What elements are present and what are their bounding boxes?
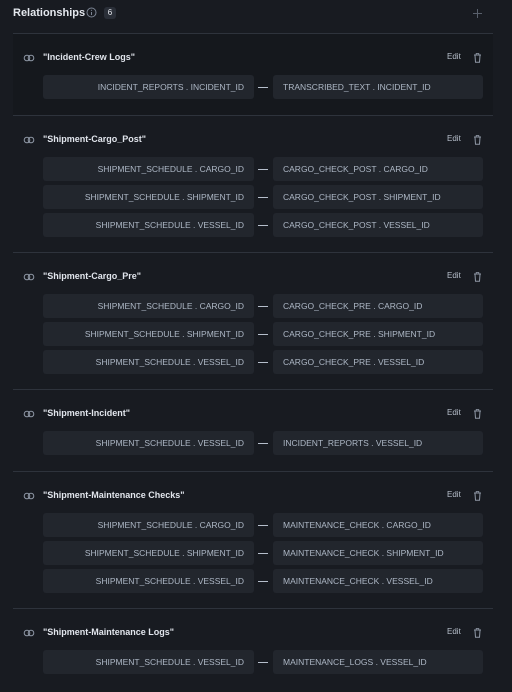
panel-title: Relationships [13, 7, 86, 19]
source-column-field[interactable]: SHIPMENT_SCHEDULE . VESSEL_ID [43, 569, 254, 593]
relationship-section: "Incident-Crew Logs" Edit INCIDENT_REPOR… [13, 33, 493, 115]
mapping-connector [258, 306, 268, 307]
trash-icon[interactable] [473, 628, 482, 638]
source-column-field[interactable]: INCIDENT_REPORTS . INCIDENT_ID [43, 75, 254, 99]
source-column-field[interactable]: SHIPMENT_SCHEDULE . VESSEL_ID [43, 431, 254, 455]
target-column-field[interactable]: CARGO_CHECK_POST . SHIPMENT_ID [273, 185, 483, 209]
relationship-name: "Shipment-Incident" [43, 408, 131, 418]
mapping-connector [258, 197, 268, 198]
mapping-connector [258, 87, 268, 88]
source-column-field[interactable]: SHIPMENT_SCHEDULE . SHIPMENT_ID [43, 322, 254, 346]
target-column-field[interactable]: CARGO_CHECK_PRE . CARGO_ID [273, 294, 483, 318]
trash-icon[interactable] [473, 53, 482, 63]
relationships-header: Relationships 6 [0, 0, 512, 28]
source-column-field[interactable]: SHIPMENT_SCHEDULE . CARGO_ID [43, 294, 254, 318]
link-icon [23, 54, 35, 62]
relationship-name: "Shipment-Cargo_Post" [43, 134, 147, 144]
target-column-field[interactable]: INCIDENT_REPORTS . VESSEL_ID [273, 431, 483, 455]
edit-button[interactable]: Edit [447, 134, 461, 143]
target-column-field[interactable]: CARGO_CHECK_POST . VESSEL_ID [273, 213, 483, 237]
mapping-connector [258, 169, 268, 170]
source-column-field[interactable]: SHIPMENT_SCHEDULE . SHIPMENT_ID [43, 185, 254, 209]
source-column-field[interactable]: SHIPMENT_SCHEDULE . VESSEL_ID [43, 213, 254, 237]
relationship-name: "Shipment-Maintenance Checks" [43, 490, 185, 500]
relationship-count-badge: 6 [104, 7, 116, 19]
trash-icon[interactable] [473, 135, 482, 145]
mapping-connector [258, 662, 268, 663]
source-column-field[interactable]: SHIPMENT_SCHEDULE . CARGO_ID [43, 513, 254, 537]
relationship-section: "Shipment-Incident" Edit SHIPMENT_SCHEDU… [13, 389, 493, 471]
relationships-list: "Incident-Crew Logs" Edit INCIDENT_REPOR… [0, 0, 512, 692]
link-icon [23, 273, 35, 281]
relationship-name: "Shipment-Maintenance Logs" [43, 627, 175, 637]
source-column-field[interactable]: SHIPMENT_SCHEDULE . SHIPMENT_ID [43, 541, 254, 565]
edit-button[interactable]: Edit [447, 52, 461, 61]
relationship-section: "Shipment-Maintenance Checks" Edit SHIPM… [13, 471, 493, 609]
relationship-section: "Shipment-Maintenance Logs" Edit SHIPMEN… [13, 608, 493, 690]
edit-button[interactable]: Edit [447, 271, 461, 280]
mapping-connector [258, 581, 268, 582]
target-column-field[interactable]: MAINTENANCE_CHECK . CARGO_ID [273, 513, 483, 537]
mapping-connector [258, 553, 268, 554]
mapping-connector [258, 225, 268, 226]
link-icon [23, 629, 35, 637]
edit-button[interactable]: Edit [447, 408, 461, 417]
plus-icon[interactable] [471, 7, 484, 20]
source-column-field[interactable]: SHIPMENT_SCHEDULE . VESSEL_ID [43, 650, 254, 674]
trash-icon[interactable] [473, 409, 482, 419]
relationship-section: "Shipment-Cargo_Pre" Edit SHIPMENT_SCHED… [13, 252, 493, 390]
target-column-field[interactable]: MAINTENANCE_LOGS . VESSEL_ID [273, 650, 483, 674]
relationship-section: "Shipment-Cargo_Post" Edit SHIPMENT_SCHE… [13, 115, 493, 253]
target-column-field[interactable]: MAINTENANCE_CHECK . VESSEL_ID [273, 569, 483, 593]
target-column-field[interactable]: CARGO_CHECK_PRE . SHIPMENT_ID [273, 322, 483, 346]
mapping-connector [258, 443, 268, 444]
target-column-field[interactable]: TRANSCRIBED_TEXT . INCIDENT_ID [273, 75, 483, 99]
relationship-name: "Incident-Crew Logs" [43, 52, 136, 62]
link-icon [23, 492, 35, 500]
mapping-connector [258, 525, 268, 526]
trash-icon[interactable] [473, 272, 482, 282]
mapping-connector [258, 362, 268, 363]
edit-button[interactable]: Edit [447, 490, 461, 499]
target-column-field[interactable]: MAINTENANCE_CHECK . SHIPMENT_ID [273, 541, 483, 565]
source-column-field[interactable]: SHIPMENT_SCHEDULE . CARGO_ID [43, 157, 254, 181]
link-icon [23, 136, 35, 144]
target-column-field[interactable]: CARGO_CHECK_POST . CARGO_ID [273, 157, 483, 181]
edit-button[interactable]: Edit [447, 627, 461, 636]
source-column-field[interactable]: SHIPMENT_SCHEDULE . VESSEL_ID [43, 350, 254, 374]
mapping-connector [258, 334, 268, 335]
info-icon[interactable] [86, 7, 97, 18]
relationship-name: "Shipment-Cargo_Pre" [43, 271, 142, 281]
link-icon [23, 410, 35, 418]
trash-icon[interactable] [473, 491, 482, 501]
target-column-field[interactable]: CARGO_CHECK_PRE . VESSEL_ID [273, 350, 483, 374]
